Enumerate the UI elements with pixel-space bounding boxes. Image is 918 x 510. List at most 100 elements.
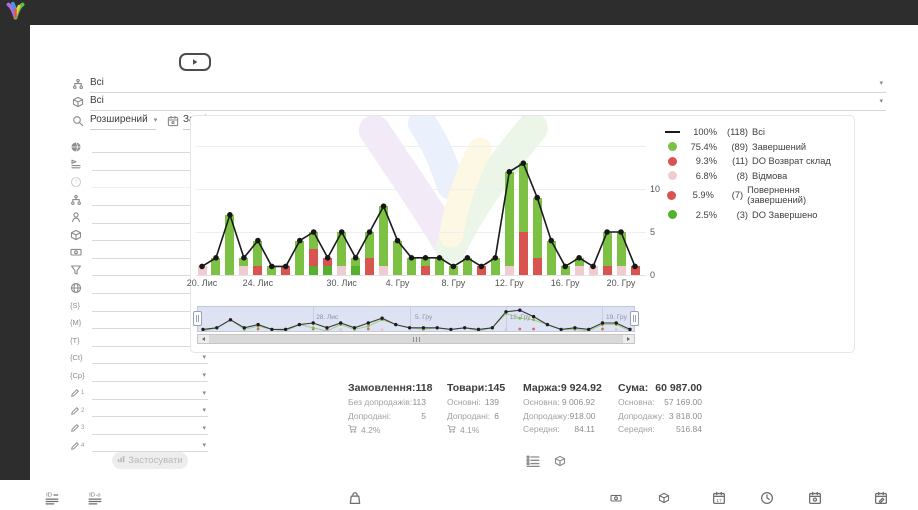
apply-button[interactable]: Застосувати [112, 452, 188, 469]
filter-input-custom-3[interactable]: ▾ [92, 422, 208, 435]
filter-input-custom-1[interactable]: ▾ [92, 387, 208, 400]
chart-bar-3[interactable] [239, 266, 248, 275]
chart-bar-8[interactable] [309, 232, 318, 249]
chart-bar-2[interactable] [225, 215, 234, 275]
chart-bar-4[interactable] [253, 241, 262, 267]
chart-bar-5[interactable] [267, 266, 276, 275]
footer-orders-id-icon[interactable]: ID [45, 491, 59, 510]
chart-bar-21[interactable] [491, 258, 500, 275]
navigator-right-handle[interactable] [630, 311, 639, 326]
cash-icon [70, 246, 87, 258]
source-select-value: Всі [90, 77, 104, 88]
chart-bar-9[interactable] [323, 266, 332, 275]
chart-bar-27[interactable] [575, 258, 584, 267]
chart-bar-31[interactable] [631, 266, 640, 275]
chart-bar-13[interactable] [379, 206, 388, 266]
chart-bar-18[interactable] [449, 266, 458, 275]
stat-sub-row: Допродажу:3 818.00 [618, 411, 702, 421]
chart-bar-30[interactable] [617, 266, 626, 275]
filter-input-custom-2[interactable]: ▾ [92, 404, 208, 417]
chart-bar-6[interactable] [281, 266, 290, 275]
scroll-left-arrow[interactable] [198, 335, 209, 343]
chart-bar-14[interactable] [393, 241, 402, 275]
app-logo-icon[interactable] [5, 1, 26, 27]
chart-bar-9[interactable] [323, 258, 332, 267]
legend-item-4[interactable]: 5.9%(7)Повернення (завершений) [664, 185, 854, 205]
chart-bar-4[interactable] [253, 266, 262, 275]
chart-bar-16[interactable] [421, 258, 430, 267]
chart-bar-8[interactable] [309, 249, 318, 266]
source-select[interactable]: Всі ▾ [90, 77, 886, 93]
scrollbar-thumb[interactable] [209, 335, 623, 343]
products-toggle[interactable] [551, 454, 569, 470]
chart-bar-25[interactable] [547, 241, 556, 275]
chart-bar-22[interactable] [505, 172, 514, 267]
product-select[interactable]: Всі ▾ [90, 95, 886, 111]
chart-bar-8[interactable] [309, 266, 318, 275]
chart-bar-30[interactable] [617, 232, 626, 266]
legend-item-1[interactable]: 75.4%(89)Завершений [664, 142, 854, 152]
flag-icon [70, 158, 87, 170]
chart-bar-11[interactable] [351, 266, 360, 275]
legend-item-3[interactable]: 6.8%(8)Відмова [664, 171, 854, 181]
legend-item-5[interactable]: 2.5%(3)DO Завершено [664, 210, 854, 220]
chart-bar-23[interactable] [519, 163, 528, 232]
globe-wire-icon [70, 282, 87, 294]
footer-bag-icon[interactable] [348, 491, 362, 510]
orders-list-toggle[interactable] [524, 454, 542, 470]
chart-bar-12[interactable] [365, 258, 374, 275]
chart-scrollbar[interactable] [197, 334, 635, 344]
chart-bar-7[interactable] [295, 241, 304, 275]
chart-bar-27[interactable] [575, 266, 584, 275]
filter-row-structure: ▾ [70, 191, 208, 209]
stat-sub-row: Допродані:6 [447, 411, 499, 421]
chart-bar-19[interactable] [463, 258, 472, 275]
stat-title-label: Замовлення: [348, 382, 415, 394]
chart-bar-28[interactable] [589, 266, 598, 275]
chart-bar-23[interactable] [519, 232, 528, 275]
video-tutorial-button[interactable] [179, 53, 211, 71]
legend-item-0[interactable]: 100%(118)Всі [664, 127, 854, 137]
chart-bar-1[interactable] [211, 258, 220, 275]
legend-percent: 9.3% [684, 156, 717, 166]
chart-bar-16[interactable] [421, 266, 430, 275]
chart-bar-3[interactable] [239, 258, 248, 267]
stat-sub-row: Середня:516.84 [618, 424, 702, 434]
orders-chart-card: 20. Лис24. Лис30. Лис4. Гру8. Гру12. Гру… [190, 115, 855, 353]
navigator-left-handle[interactable] [193, 311, 202, 326]
chart-bar-20[interactable] [477, 266, 486, 275]
filter-input-custom-4[interactable]: ▾ [92, 439, 208, 452]
stat-title: Товари:145 [447, 382, 499, 394]
chart-navigator[interactable]: 28. Лис5. Гру12. Гру19. Гру [197, 306, 635, 332]
chart-bar-29[interactable] [603, 232, 612, 266]
chart-bar-22[interactable] [505, 266, 514, 275]
scroll-right-arrow[interactable] [623, 335, 634, 343]
footer-payment-icon[interactable] [610, 491, 622, 509]
footer-date-edit-icon[interactable] [874, 491, 888, 510]
chart-bar-10[interactable] [337, 266, 346, 275]
chart-bar-10[interactable] [337, 232, 346, 266]
filter-input-utm-content[interactable]: ▾ [92, 351, 208, 364]
stat-percent-row: 4.1% [447, 424, 499, 435]
chart-bar-12[interactable] [365, 232, 374, 258]
footer-date-icon[interactable]: 17 [712, 491, 726, 510]
stat-sub-row: Без допродажів:113 [348, 397, 426, 407]
chart-bar-11[interactable] [351, 258, 360, 267]
chart-bar-15[interactable] [407, 258, 416, 275]
chart-bar-26[interactable] [561, 266, 570, 275]
footer-product-icon[interactable] [658, 491, 670, 509]
filter-input-utm-campaign[interactable]: ▾ [92, 369, 208, 382]
footer-date-pin-icon[interactable] [808, 491, 822, 510]
footer-time-icon[interactable] [760, 491, 774, 510]
chart-bar-17[interactable] [435, 258, 444, 275]
chart-bar-13[interactable] [379, 266, 388, 275]
chart-bar-24[interactable] [533, 198, 542, 258]
legend-item-2[interactable]: 9.3%(11)DO Возврат склад [664, 156, 854, 166]
legend-label: Відмова [752, 171, 787, 181]
chart-bar-29[interactable] [603, 266, 612, 275]
search-mode-select[interactable]: Розширений▾ [90, 114, 156, 130]
footer-orders-id-o-icon[interactable]: ID-o [88, 491, 102, 510]
x-axis-line [196, 275, 646, 276]
chart-bar-24[interactable] [533, 258, 542, 275]
chart-bar-0[interactable] [198, 266, 207, 275]
